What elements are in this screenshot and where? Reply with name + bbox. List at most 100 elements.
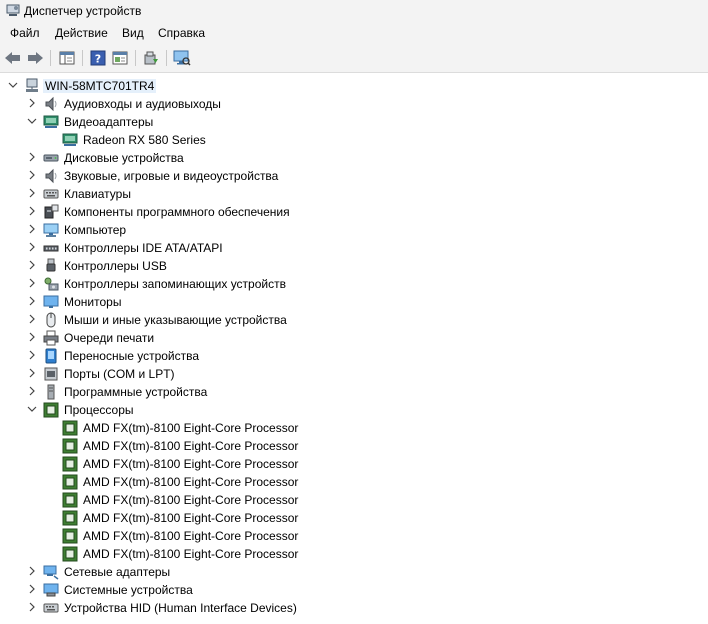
collapse-chevron-icon[interactable] [27, 404, 37, 414]
tree-item-label: Мыши и иные указывающие устройства [64, 313, 287, 327]
expand-chevron-icon[interactable] [27, 260, 37, 270]
toolbar: ? [0, 44, 708, 73]
toolbar-separator [82, 50, 83, 66]
mouse-icon [43, 312, 59, 328]
tree-root[interactable]: WIN-58MTC701TR4 [0, 77, 700, 95]
tree-category[interactable]: Переносные устройства [0, 347, 700, 365]
tree-category[interactable]: Программные устройства [0, 383, 700, 401]
tree-device[interactable]: AMD FX(tm)-8100 Eight-Core Processor [0, 437, 700, 455]
tree-device[interactable]: AMD FX(tm)-8100 Eight-Core Processor [0, 527, 700, 545]
processor-icon [62, 420, 78, 436]
tree-device[interactable]: AMD FX(tm)-8100 Eight-Core Processor [0, 419, 700, 437]
tree-category[interactable]: Контроллеры запоминающих устройств [0, 275, 700, 293]
show-hide-console-tree-icon[interactable] [57, 49, 77, 67]
display-adapter-icon [62, 132, 78, 148]
port-icon [43, 366, 59, 382]
tree-device[interactable]: AMD FX(tm)-8100 Eight-Core Processor [0, 545, 700, 563]
tree-item-label: Дисковые устройства [64, 151, 184, 165]
back-arrow-icon[interactable] [3, 49, 23, 67]
tree-item-label: AMD FX(tm)-8100 Eight-Core Processor [83, 511, 299, 525]
expand-chevron-icon[interactable] [27, 170, 37, 180]
expand-chevron-icon[interactable] [27, 188, 37, 198]
tree-item-label: Системные устройства [64, 583, 193, 597]
tree-category[interactable]: Сетевые адаптеры [0, 563, 700, 581]
expand-chevron-icon[interactable] [27, 368, 37, 378]
tree-device[interactable]: AMD FX(tm)-8100 Eight-Core Processor [0, 455, 700, 473]
tree-category[interactable]: Видеоадаптеры [0, 113, 700, 131]
expand-chevron-icon[interactable] [27, 206, 37, 216]
properties-icon[interactable] [110, 49, 130, 67]
menu-action[interactable]: Действие [55, 26, 108, 40]
tree-category[interactable]: Контроллеры IDE ATA/ATAPI [0, 239, 700, 257]
tree-category[interactable]: Компьютер [0, 221, 700, 239]
menu-view[interactable]: Вид [122, 26, 144, 40]
tree-category[interactable]: Аудиовходы и аудиовыходы [0, 95, 700, 113]
tree-item-label: AMD FX(tm)-8100 Eight-Core Processor [83, 457, 299, 471]
tree-device[interactable]: AMD FX(tm)-8100 Eight-Core Processor [0, 509, 700, 527]
tree-item-label: Устройства HID (Human Interface Devices) [64, 601, 297, 615]
usb-icon [43, 258, 59, 274]
keyboard-icon [43, 186, 59, 202]
tree-item-label: AMD FX(tm)-8100 Eight-Core Processor [83, 421, 299, 435]
expand-chevron-icon[interactable] [27, 386, 37, 396]
tree-category[interactable]: Мониторы [0, 293, 700, 311]
software-component-icon [43, 204, 59, 220]
tree-device[interactable]: AMD FX(tm)-8100 Eight-Core Processor [0, 473, 700, 491]
tree-category[interactable]: Устройства HID (Human Interface Devices) [0, 599, 700, 617]
tree-item-label: Переносные устройства [64, 349, 200, 363]
update-driver-icon[interactable] [141, 49, 161, 67]
speaker-icon [43, 168, 59, 184]
expand-chevron-icon[interactable] [27, 278, 37, 288]
expand-chevron-icon[interactable] [27, 332, 37, 342]
expand-chevron-icon[interactable] [27, 98, 37, 108]
processor-icon [43, 402, 59, 418]
menu-help[interactable]: Справка [158, 26, 205, 40]
collapse-chevron-icon[interactable] [27, 116, 37, 126]
forward-arrow-icon[interactable] [25, 49, 45, 67]
expand-chevron-icon[interactable] [27, 242, 37, 252]
tree-category[interactable]: Порты (COM и LPT) [0, 365, 700, 383]
tree-item-label: AMD FX(tm)-8100 Eight-Core Processor [83, 529, 299, 543]
processor-icon [62, 528, 78, 544]
processor-icon [62, 546, 78, 562]
monitor-icon [43, 294, 59, 310]
tree-category[interactable]: Дисковые устройства [0, 149, 700, 167]
menu-file[interactable]: Файл [10, 26, 40, 40]
tree-item-label: Очереди печати [64, 331, 155, 345]
expand-chevron-icon[interactable] [27, 584, 37, 594]
menu-bar: Файл Действие Вид Справка [0, 22, 708, 44]
tree-item-label: Видеоадаптеры [64, 115, 154, 129]
tree-category[interactable]: Очереди печати [0, 329, 700, 347]
expand-chevron-icon[interactable] [27, 152, 37, 162]
scan-hardware-changes-icon[interactable] [172, 49, 192, 67]
tree-item-label: Контроллеры запоминающих устройств [64, 277, 286, 291]
tree-category[interactable]: Звуковые, игровые и видеоустройства [0, 167, 700, 185]
tree-category[interactable]: Контроллеры USB [0, 257, 700, 275]
toolbar-separator [135, 50, 136, 66]
tree-category[interactable]: Компоненты программного обеспечения [0, 203, 700, 221]
processor-icon [62, 438, 78, 454]
tree-item-label: Мониторы [64, 295, 122, 309]
expand-chevron-icon[interactable] [27, 602, 37, 612]
tree-device[interactable]: AMD FX(tm)-8100 Eight-Core Processor [0, 491, 700, 509]
expand-chevron-icon[interactable] [27, 224, 37, 234]
tree-category[interactable]: Клавиатуры [0, 185, 700, 203]
tree-item-label: Программные устройства [64, 385, 208, 399]
tree-item-label: Сетевые адаптеры [64, 565, 171, 579]
title-bar: Диспетчер устройств [0, 0, 708, 22]
expand-chevron-icon[interactable] [27, 314, 37, 324]
collapse-chevron-icon[interactable] [8, 80, 18, 90]
help-icon[interactable]: ? [88, 49, 108, 67]
computer-icon [43, 222, 59, 238]
tree-device[interactable]: Radeon RX 580 Series [0, 131, 700, 149]
tree-category[interactable]: Мыши и иные указывающие устройства [0, 311, 700, 329]
tree-category[interactable]: Системные устройства [0, 581, 700, 599]
expand-chevron-icon[interactable] [27, 566, 37, 576]
tree-category[interactable]: Процессоры [0, 401, 700, 419]
processor-icon [62, 474, 78, 490]
expand-chevron-icon[interactable] [27, 350, 37, 360]
speaker-icon [43, 96, 59, 112]
toolbar-separator [166, 50, 167, 66]
ide-controller-icon [43, 240, 59, 256]
expand-chevron-icon[interactable] [27, 296, 37, 306]
